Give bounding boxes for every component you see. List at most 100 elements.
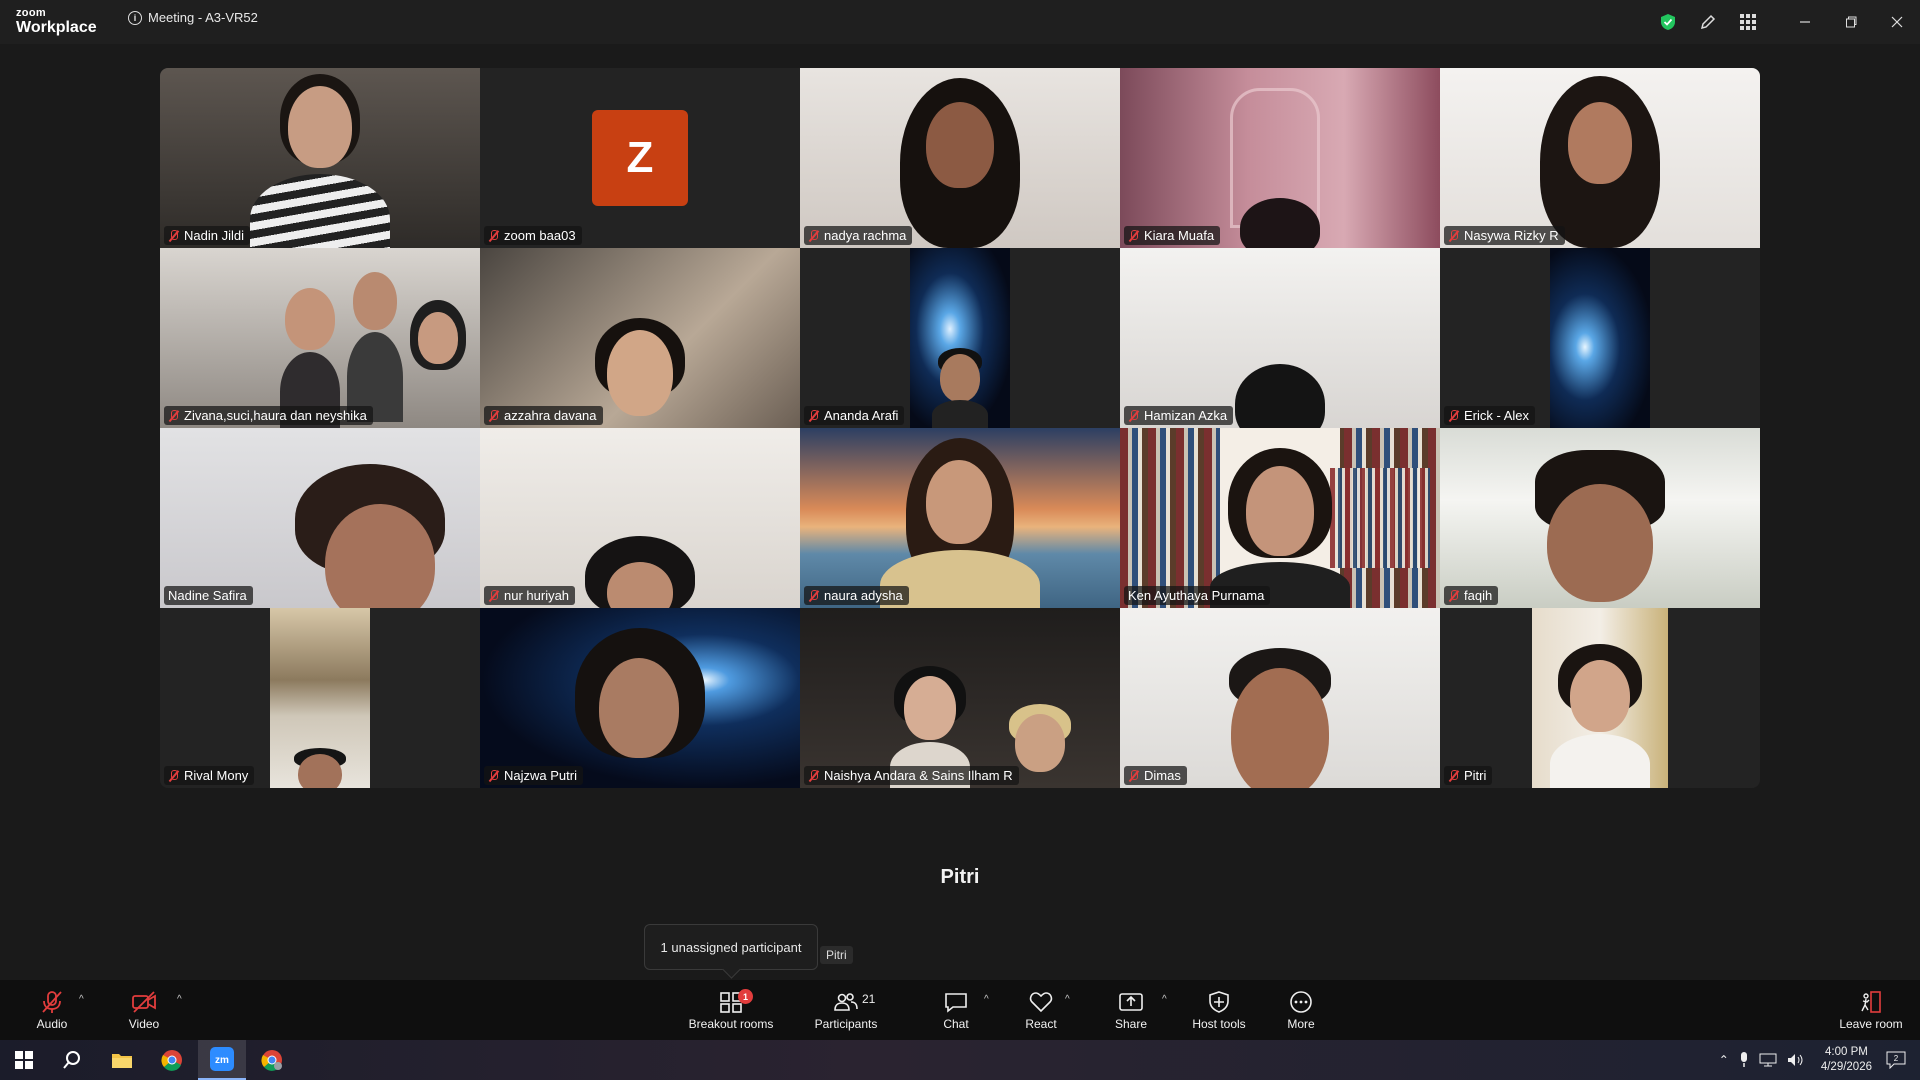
chrome-icon[interactable] — [148, 1040, 196, 1080]
video-gallery: Nadin Jildi Z zoom baa03 nadya rachma Ki… — [160, 68, 1760, 788]
video-tile[interactable]: Zivana,suci,haura dan neyshika — [160, 248, 480, 428]
apps-grid-icon[interactable] — [1728, 0, 1768, 44]
video-tile[interactable]: Nadine Safira — [160, 428, 480, 608]
video-tile[interactable]: Najzwa Putri — [480, 608, 800, 788]
meeting-info[interactable]: i Meeting - A3-VR52 — [128, 10, 258, 25]
chat-label: Chat — [943, 1016, 969, 1031]
svg-text:zm: zm — [215, 1055, 229, 1066]
mic-muted-icon — [488, 769, 500, 782]
participant-nameplate: faqih — [1444, 586, 1499, 605]
mic-muted-icon — [1448, 589, 1460, 602]
participant-name: zoom baa03 — [504, 228, 576, 243]
share-options-caret[interactable]: ^ — [1162, 994, 1167, 1005]
annotate-pencil-icon[interactable] — [1688, 0, 1728, 44]
audio-options-caret[interactable]: ^ — [79, 994, 84, 1005]
video-tile[interactable]: nadya rachma — [800, 68, 1120, 248]
taskbar-clock[interactable]: 4:00 PM 4/29/2026 — [1821, 1045, 1872, 1075]
mic-muted-icon — [168, 229, 180, 242]
mic-muted-icon — [808, 229, 820, 242]
video-tile[interactable]: Dimas — [1120, 608, 1440, 788]
participant-name: Pitri — [1464, 768, 1487, 783]
video-tile[interactable]: Nadin Jildi — [160, 68, 480, 248]
info-icon[interactable]: i — [128, 10, 142, 25]
mic-muted-icon — [1128, 769, 1140, 782]
participant-name: azzahra davana — [504, 408, 597, 423]
zoom-logo: zoom Workplace — [16, 8, 97, 36]
participant-nameplate: Rival Mony — [164, 766, 255, 785]
video-options-caret[interactable]: ^ — [177, 994, 182, 1005]
chat-options-caret[interactable]: ^ — [984, 994, 989, 1005]
meeting-title: Meeting - A3-VR52 — [148, 10, 258, 25]
notifications-icon[interactable]: 2 — [1872, 1040, 1920, 1080]
mic-muted-icon — [1128, 229, 1140, 242]
video-tile[interactable]: faqih — [1440, 428, 1760, 608]
video-tile[interactable]: Z zoom baa03 — [480, 68, 800, 248]
close-icon[interactable] — [1874, 0, 1920, 44]
hover-name-label: Pitri — [820, 946, 853, 964]
audio-button[interactable]: Audio — [26, 980, 78, 1040]
video-tile[interactable]: Erick - Alex — [1440, 248, 1760, 428]
participant-name: naura adysha — [824, 588, 903, 603]
clock-date: 4/29/2026 — [1820, 1061, 1872, 1073]
more-button[interactable]: More — [1280, 980, 1322, 1040]
meeting-toolbar: Audio ^ Video ^ Breakout rooms 1 Partici… — [0, 980, 1920, 1040]
participant-nameplate: Nadin Jildi — [164, 226, 250, 245]
leave-room-button[interactable]: Leave room — [1836, 980, 1906, 1040]
video-tile[interactable]: Rival Mony — [160, 608, 480, 788]
chat-button[interactable]: Chat — [936, 980, 976, 1040]
participants-button[interactable]: Participants — [810, 980, 882, 1040]
file-explorer-icon[interactable] — [98, 1040, 146, 1080]
windows-start-icon[interactable] — [0, 1040, 48, 1080]
restore-icon[interactable] — [1828, 0, 1874, 44]
video-button[interactable]: Video — [118, 980, 170, 1040]
network-icon[interactable] — [1759, 1053, 1777, 1067]
participant-nameplate: Ananda Arafi — [804, 406, 905, 425]
react-options-caret[interactable]: ^ — [1065, 994, 1070, 1005]
video-tile[interactable]: Nasywa Rizky R — [1440, 68, 1760, 248]
breakout-label: Breakout rooms — [688, 1016, 774, 1031]
react-heart-icon — [1029, 991, 1053, 1012]
participant-name: Nadine Safira — [168, 588, 247, 603]
logo-line2: Workplace — [16, 19, 97, 36]
mic-tray-icon[interactable] — [1739, 1052, 1749, 1068]
search-icon[interactable] — [48, 1040, 96, 1080]
react-label: React — [1025, 1016, 1057, 1031]
participant-name: Nadin Jildi — [184, 228, 244, 243]
title-bar: zoom Workplace i Meeting - A3-VR52 — [0, 0, 1920, 44]
video-tile[interactable]: azzahra davana — [480, 248, 800, 428]
video-tile[interactable]: Kiara Muafa — [1120, 68, 1440, 248]
security-shield-icon[interactable] — [1648, 0, 1688, 44]
video-tile[interactable]: Pitri — [1440, 608, 1760, 788]
participant-nameplate: Dimas — [1124, 766, 1187, 785]
video-tile[interactable]: nur huriyah — [480, 428, 800, 608]
video-tile[interactable]: Hamizan Azka — [1120, 248, 1440, 428]
zoom-taskbar-icon[interactable]: zm — [198, 1040, 246, 1080]
participant-avatar: Z — [592, 110, 688, 206]
audio-label: Audio — [36, 1016, 68, 1031]
participant-nameplate: Ken Ayuthaya Purnama — [1124, 586, 1271, 605]
video-tile[interactable]: naura adysha — [800, 428, 1120, 608]
participant-nameplate: naura adysha — [804, 586, 909, 605]
system-tray: ⌃ 4:00 PM 4/29/2026 — [1719, 1040, 1872, 1080]
react-button[interactable]: React — [1020, 980, 1062, 1040]
participant-name: Dimas — [1144, 768, 1181, 783]
video-tile-active-speaker[interactable]: Ken Ayuthaya Purnama — [1120, 428, 1440, 608]
volume-icon[interactable] — [1787, 1053, 1805, 1067]
video-tile[interactable]: Ananda Arafi — [800, 248, 1120, 428]
participant-nameplate: Pitri — [1444, 766, 1493, 785]
more-label: More — [1287, 1016, 1315, 1031]
participant-name: Zivana,suci,haura dan neyshika — [184, 408, 367, 423]
chrome-profile-icon[interactable] — [248, 1040, 296, 1080]
mic-muted-icon — [1448, 769, 1460, 782]
breakout-rooms-button[interactable]: Breakout rooms — [685, 980, 777, 1040]
tray-chevron-icon[interactable]: ⌃ — [1719, 1053, 1729, 1067]
active-speaker-name: Pitri — [940, 866, 980, 888]
share-button[interactable]: Share — [1110, 980, 1152, 1040]
video-tile[interactable]: Naishya Andara & Sains Ilham R — [800, 608, 1120, 788]
tooltip-text: 1 unassigned participant — [660, 939, 802, 955]
host-tools-button[interactable]: Host tools — [1188, 980, 1250, 1040]
participant-nameplate: Kiara Muafa — [1124, 226, 1221, 245]
minimize-icon[interactable] — [1782, 0, 1828, 44]
mic-muted-icon — [1128, 409, 1140, 422]
mic-muted-icon — [1448, 409, 1460, 422]
